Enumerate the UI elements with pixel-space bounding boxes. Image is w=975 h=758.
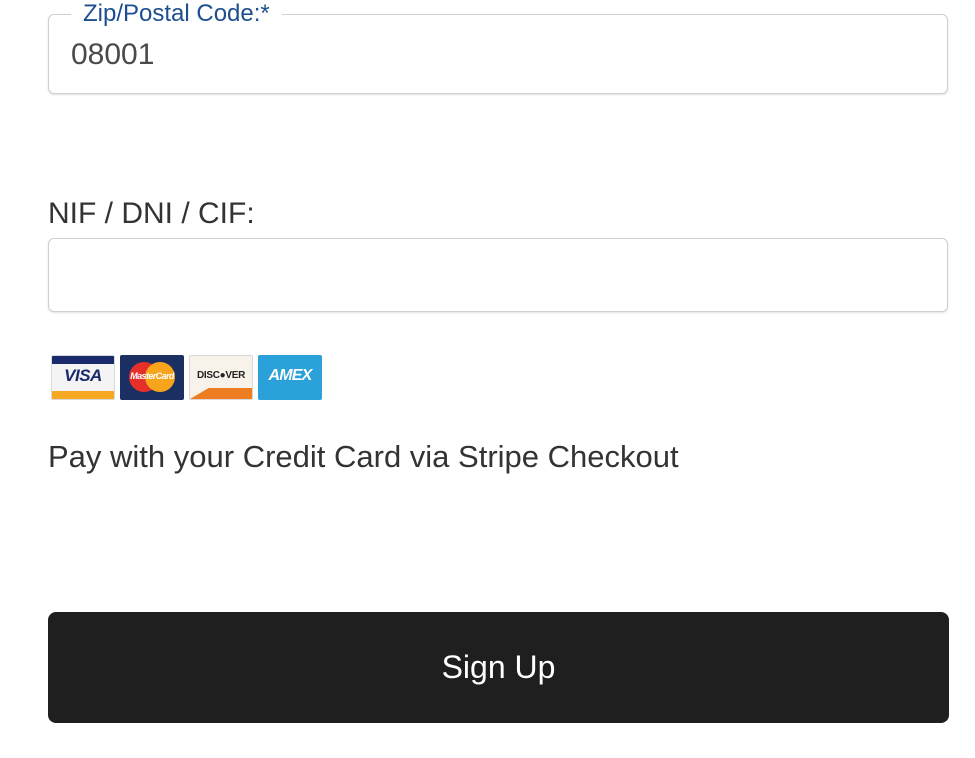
visa-logo-text: VISA: [64, 366, 102, 385]
nif-input[interactable]: [48, 238, 948, 312]
amex-icon: AMEX: [258, 355, 322, 400]
zip-input[interactable]: [71, 37, 911, 73]
zip-label: Zip/Postal Code:*: [71, 0, 282, 28]
discover-icon: DISC●VER: [189, 355, 253, 400]
zip-fieldset: Zip/Postal Code:*: [48, 0, 948, 94]
visa-icon: VISA: [51, 355, 115, 400]
amex-logo-text: AMEX: [268, 367, 312, 384]
checkout-form: Zip/Postal Code:* NIF / DNI / CIF: VISA …: [0, 0, 975, 758]
card-logos: VISA MasterCard DISC●VER AMEX: [51, 355, 322, 400]
nif-label: NIF / DNI / CIF:: [48, 197, 255, 230]
mastercard-logo-text: MasterCard: [130, 371, 174, 381]
payment-description: Pay with your Credit Card via Stripe Che…: [48, 439, 679, 474]
discover-logo-text: DISC●VER: [196, 370, 246, 381]
sign-up-button[interactable]: Sign Up: [48, 612, 949, 723]
mastercard-icon: MasterCard: [120, 355, 184, 400]
